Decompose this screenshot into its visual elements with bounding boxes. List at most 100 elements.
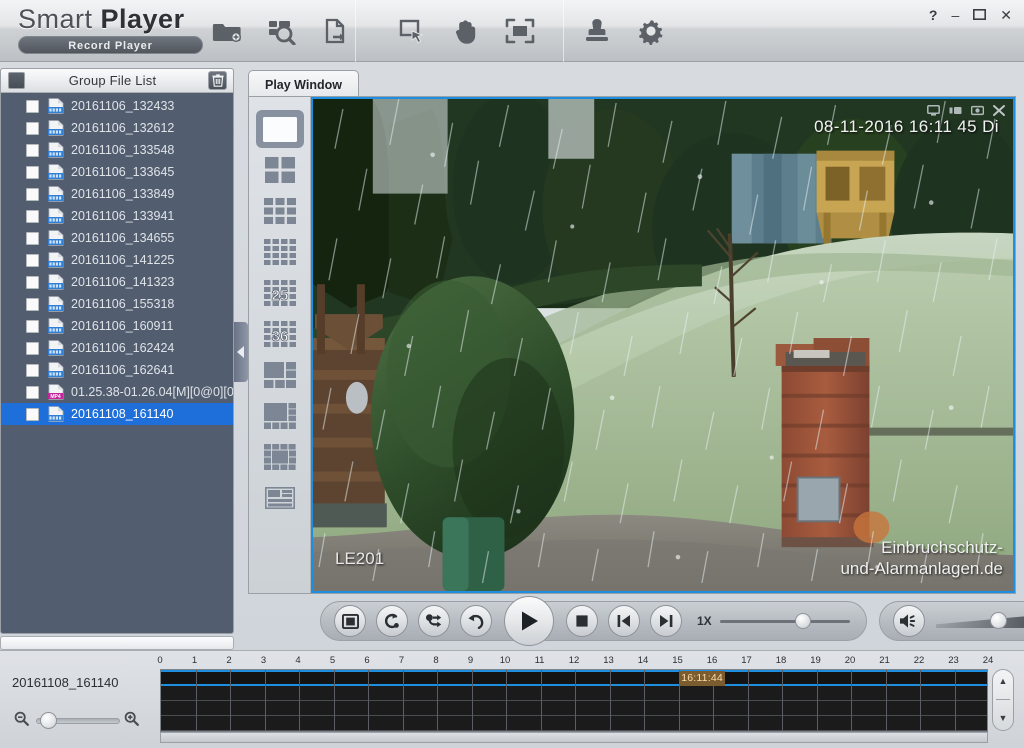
file-item-checkbox[interactable]: [26, 275, 39, 289]
timeline-gridline: [609, 670, 611, 731]
layout-button-1[interactable]: [255, 110, 304, 148]
file-item-checkbox[interactable]: [26, 165, 39, 179]
zoom-out-icon[interactable]: [14, 711, 29, 731]
file-item-checkbox[interactable]: [26, 253, 39, 267]
tab-strip: Play Window: [248, 70, 359, 98]
volume-slider-knob[interactable]: [989, 612, 1007, 629]
replay-button[interactable]: [460, 605, 492, 637]
file-item-checkbox[interactable]: [26, 231, 39, 245]
layout-button-13[interactable]: [256, 438, 304, 476]
layout-button-custom[interactable]: [256, 479, 304, 517]
timeline-track-row[interactable]: [161, 701, 987, 716]
file-item-checkbox[interactable]: [26, 363, 39, 377]
select-area-button[interactable]: [385, 8, 439, 54]
timeline-scroll-down-button[interactable]: ▼: [999, 714, 1008, 723]
file-item-checkbox[interactable]: [26, 385, 39, 399]
file-item-checkbox[interactable]: [26, 143, 39, 157]
open-folder-button[interactable]: [200, 8, 254, 54]
timeline-hour-tick: 3: [260, 655, 267, 666]
file-item-checkbox[interactable]: [26, 121, 39, 135]
file-list-item[interactable]: 20161106_134655: [1, 227, 233, 249]
file-list-item[interactable]: 20161108_161140: [1, 403, 233, 425]
speed-slider-knob[interactable]: [795, 613, 812, 629]
file-list-item[interactable]: 20161106_132612: [1, 117, 233, 139]
transport-controls: 1X: [320, 596, 867, 646]
timeline-gridline: [816, 670, 818, 731]
file-list-item[interactable]: 20161106_155318: [1, 293, 233, 315]
timeline-hour-tick: 16: [706, 655, 718, 666]
timeline-cursor-time[interactable]: 16:11:44: [679, 671, 725, 686]
file-list-item[interactable]: 20161106_141323: [1, 271, 233, 293]
playback-speed-slider[interactable]: [719, 612, 850, 630]
timeline-track-row[interactable]: [161, 686, 987, 701]
timeline-track-row[interactable]: [161, 670, 987, 686]
volume-slider[interactable]: [935, 611, 1024, 631]
video-viewport[interactable]: 08-11-2016 16:11 45 Di LE201 Einbruchsch…: [311, 97, 1015, 593]
play-button[interactable]: [504, 596, 554, 646]
prev-frame-button[interactable]: [608, 605, 640, 637]
fullscreen-button[interactable]: [493, 8, 547, 54]
pan-hand-button[interactable]: [439, 8, 493, 54]
timeline-track-row[interactable]: [161, 716, 987, 731]
file-item-checkbox[interactable]: [26, 297, 39, 311]
help-button[interactable]: ?: [929, 8, 938, 22]
maximize-button[interactable]: [973, 8, 987, 22]
file-list-item[interactable]: 20161106_160911: [1, 315, 233, 337]
next-frame-button[interactable]: [650, 605, 682, 637]
stop-button[interactable]: [566, 605, 598, 637]
layout-button-4[interactable]: [256, 151, 304, 189]
export-file-button[interactable]: [308, 8, 362, 54]
file-item-label: 20161106_141323: [71, 275, 175, 289]
layout-button-16[interactable]: [256, 233, 304, 271]
tab-play-window[interactable]: Play Window: [248, 70, 359, 98]
loop-play-button[interactable]: [376, 605, 408, 637]
file-list-item[interactable]: MP4 01.25.38-01.26.04[M][0@0][0: [1, 381, 233, 403]
video-close-icon[interactable]: [993, 103, 1005, 121]
layout-button-36[interactable]: 36: [256, 315, 304, 353]
watermark-button[interactable]: [570, 8, 624, 54]
timeline-gridline: [644, 670, 645, 731]
layout-button-25[interactable]: 25: [256, 274, 304, 312]
shuffle-play-button[interactable]: [418, 605, 450, 637]
file-list-item[interactable]: 20161106_141225: [1, 249, 233, 271]
collapse-sidebar-button[interactable]: [234, 322, 248, 382]
timeline-hour-tick: 13: [603, 655, 614, 666]
file-item-checkbox[interactable]: [26, 209, 39, 223]
layout-button-6[interactable]: [256, 356, 304, 394]
file-item-checkbox[interactable]: [26, 407, 39, 421]
layout-button-9[interactable]: [256, 192, 304, 230]
video-snapshot-icon[interactable]: [927, 103, 940, 121]
timeline-hour-tick: 9: [467, 655, 474, 666]
stop-all-button[interactable]: [334, 605, 366, 637]
select-all-checkbox[interactable]: [8, 72, 25, 89]
video-scene: [313, 99, 1013, 591]
timeline-grid[interactable]: [160, 669, 988, 732]
timeline-zoom-knob[interactable]: [40, 712, 57, 729]
close-button[interactable]: ✕: [1000, 8, 1012, 22]
file-list[interactable]: 20161106_132433 20161106_132612 20161106_1…: [1, 93, 233, 633]
zoom-in-icon[interactable]: [124, 711, 139, 731]
timeline-gridline: [402, 670, 404, 731]
file-list-item[interactable]: 20161106_162641: [1, 359, 233, 381]
timeline-zoom-slider[interactable]: [14, 707, 142, 733]
file-list-item[interactable]: 20161106_133849: [1, 183, 233, 205]
mute-button[interactable]: [892, 605, 925, 637]
file-item-checkbox[interactable]: [26, 187, 39, 201]
file-list-item[interactable]: 20161106_133645: [1, 161, 233, 183]
file-list-item[interactable]: 20161106_133548: [1, 139, 233, 161]
video-camera-icon[interactable]: [970, 103, 985, 121]
settings-button[interactable]: [624, 8, 678, 54]
video-record-icon[interactable]: [949, 103, 962, 121]
file-item-checkbox[interactable]: [26, 319, 39, 333]
file-list-item[interactable]: 20161106_133941: [1, 205, 233, 227]
file-item-checkbox[interactable]: [26, 341, 39, 355]
file-item-checkbox[interactable]: [26, 99, 39, 113]
delete-files-button[interactable]: [208, 71, 227, 90]
timeline-scroll-up-button[interactable]: ▲: [999, 676, 1008, 686]
file-list-item[interactable]: 20161106_162424: [1, 337, 233, 359]
timeline-scroll-spinner[interactable]: ▲ ▼: [992, 669, 1014, 731]
search-files-button[interactable]: [254, 8, 308, 54]
layout-button-8[interactable]: [256, 397, 304, 435]
minimize-button[interactable]: –: [951, 8, 959, 22]
file-list-item[interactable]: 20161106_132433: [1, 95, 233, 117]
